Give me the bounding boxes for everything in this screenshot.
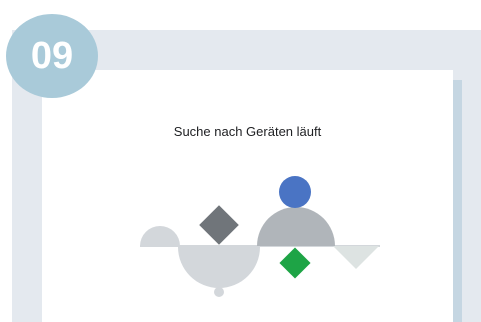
side-strip: [453, 80, 462, 322]
small-half-circle-shape: [140, 226, 180, 246]
green-diamond-shape: [279, 247, 311, 279]
dome-shape: [257, 207, 335, 246]
device-search-illustration: [140, 176, 380, 297]
gray-diamond-shape: [199, 205, 239, 245]
blue-circle-shape: [279, 176, 311, 208]
bowl-shape: [178, 247, 260, 288]
small-dot-shape: [214, 287, 224, 297]
tutorial-frame: Suche nach Geräten läuft 09: [0, 0, 481, 322]
triangle-shape: [333, 246, 379, 269]
step-number-badge: 09: [6, 14, 98, 98]
device-search-screen: Suche nach Geräten läuft: [42, 70, 453, 322]
